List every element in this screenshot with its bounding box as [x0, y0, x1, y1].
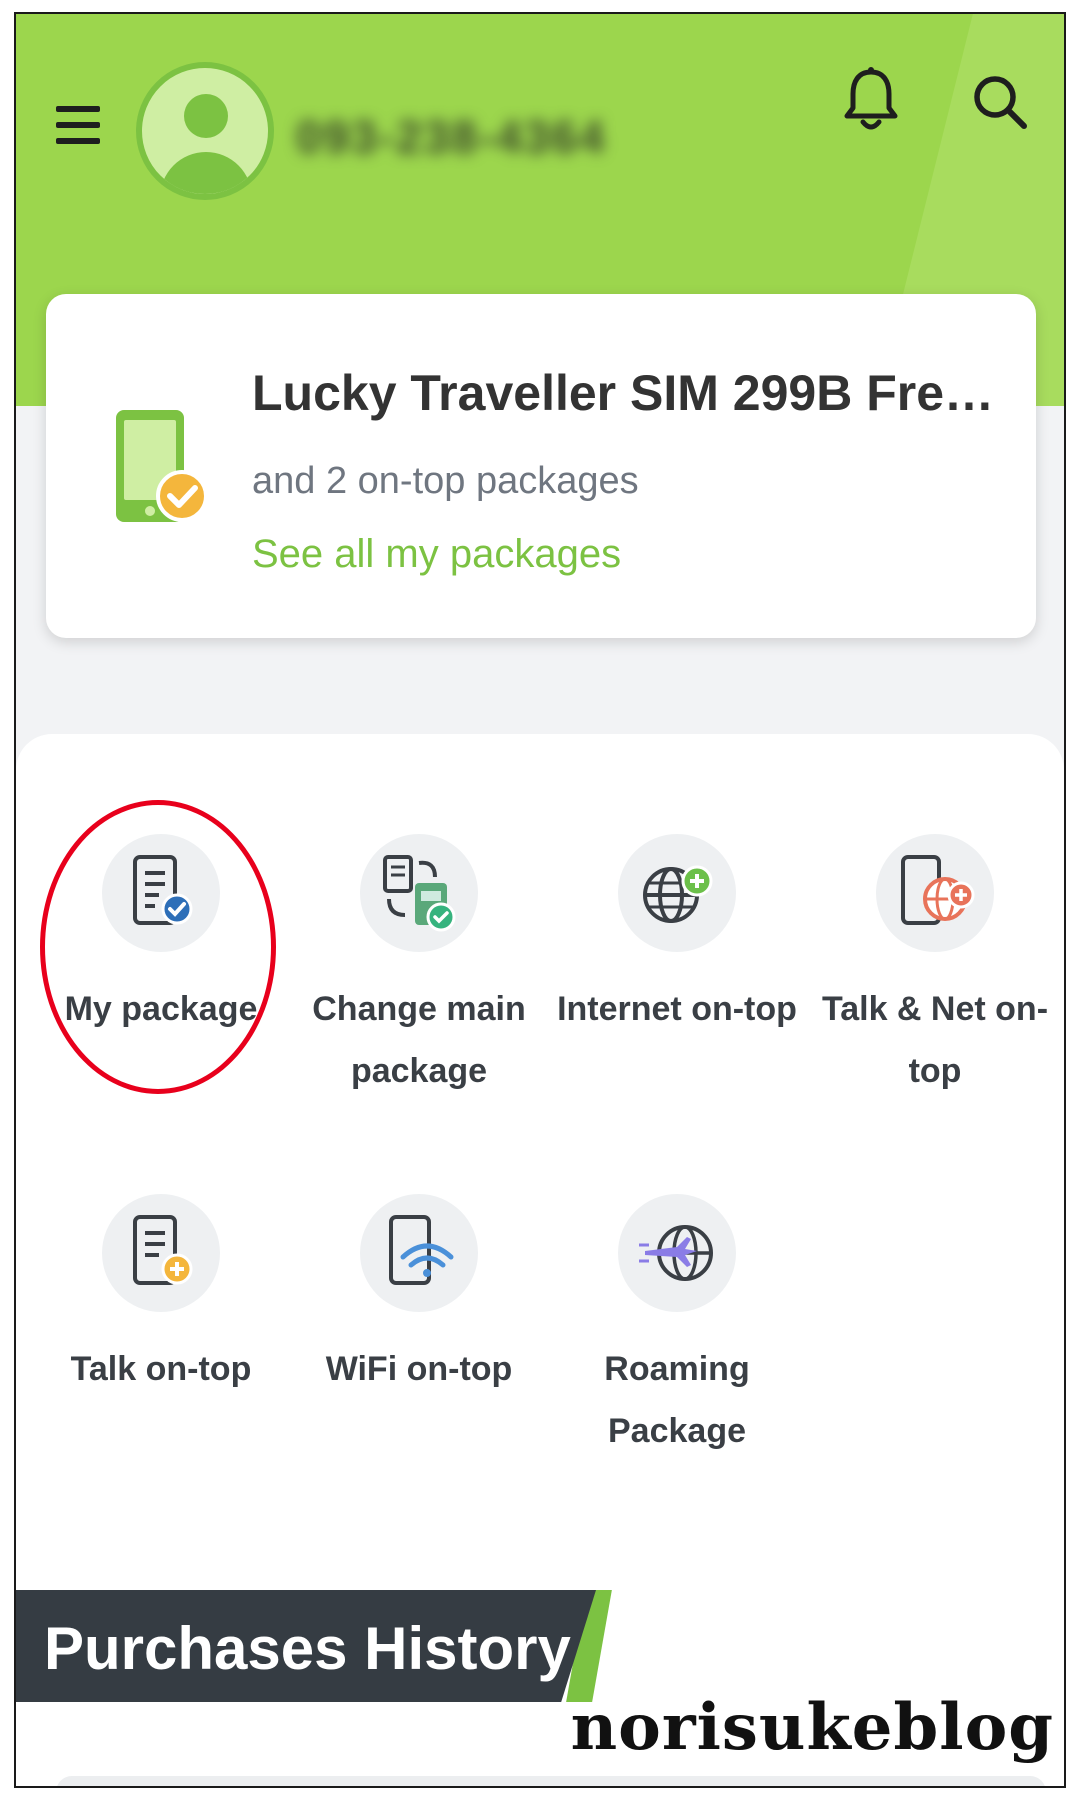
service-change-main-package[interactable]: Change main package: [294, 834, 544, 1102]
hamburger-menu-icon[interactable]: [56, 106, 100, 144]
service-label: Internet on-top: [557, 990, 797, 1028]
service-talk-on-top[interactable]: Talk on-top: [36, 1194, 286, 1400]
service-label: Talk & Net on-top: [821, 990, 1049, 1090]
user-avatar-icon[interactable]: [136, 62, 274, 200]
phone-wifi-icon: [389, 1215, 454, 1285]
see-all-packages-link[interactable]: See all my packages: [252, 532, 621, 577]
package-summary-card[interactable]: Lucky Traveller SIM 299B Free Internet a…: [46, 294, 1036, 638]
phone-check-icon: [116, 410, 208, 522]
phone-number: 093-238-4364: [296, 111, 607, 163]
phone-plus-icon: [133, 1215, 193, 1285]
service-label: Talk on-top: [70, 1350, 252, 1388]
phone-globe-icon: [901, 855, 975, 925]
app-screen: 093-238-4364 Lucky Traveller SIM 299B Fr…: [14, 12, 1066, 1788]
service-wifi-on-top[interactable]: WiFi on-top: [294, 1194, 544, 1400]
watermark: norisukeblog: [570, 1690, 1054, 1765]
highlight-circle: [40, 800, 276, 1094]
package-title: Lucky Traveller SIM 299B Free Internet: [252, 365, 1012, 421]
history-card-peek: [56, 1776, 1046, 1786]
service-roaming-package[interactable]: Roaming Package: [552, 1194, 802, 1462]
globe-plus-icon: [643, 865, 713, 923]
plane-globe-icon: [639, 1225, 713, 1281]
search-icon[interactable]: [970, 72, 1030, 132]
service-label: WiFi on-top: [325, 1350, 513, 1388]
package-subtitle: and 2 on-top packages: [252, 460, 639, 502]
service-label: Change main package: [312, 990, 526, 1090]
change-package-icon: [383, 855, 456, 932]
service-talk-and-net-on-top[interactable]: Talk & Net on-top: [810, 834, 1060, 1102]
bell-icon[interactable]: [842, 66, 900, 136]
service-label: Roaming Package: [604, 1350, 750, 1450]
service-internet-on-top[interactable]: Internet on-top: [552, 834, 802, 1040]
purchases-history-title: Purchases History: [44, 1615, 571, 1682]
